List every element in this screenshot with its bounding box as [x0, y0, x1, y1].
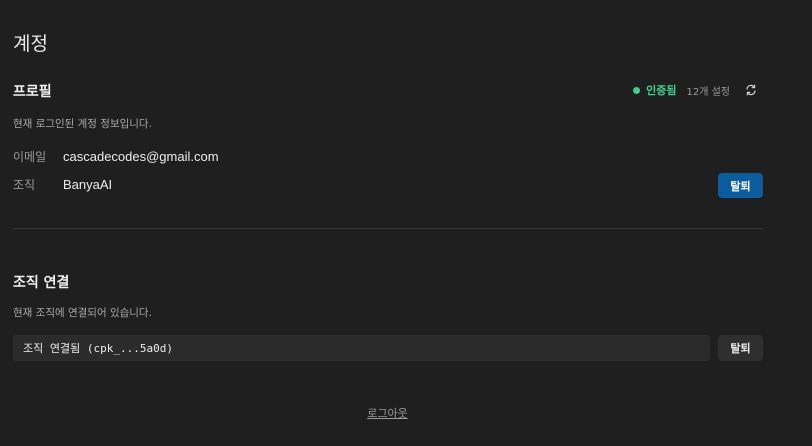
section-divider: [13, 228, 763, 229]
disconnect-org-button[interactable]: 탈퇴: [718, 335, 763, 361]
org-connection-status-field: 조직 연결됨 (cpk_...5a0d): [13, 335, 710, 361]
refresh-icon[interactable]: [744, 83, 758, 97]
org-row: 조직 BanyaAI: [13, 175, 112, 193]
settings-count: 12개 설정: [686, 86, 730, 98]
logout-link-container: 로그아웃: [0, 405, 775, 421]
profile-section-title: 프로필: [13, 84, 52, 100]
email-label: 이메일: [13, 149, 47, 164]
logout-link[interactable]: 로그아웃: [367, 407, 407, 420]
profile-description: 현재 로그인된 계정 정보입니다.: [13, 118, 152, 130]
org-label: 조직: [13, 177, 36, 192]
page-title: 계정: [13, 33, 48, 55]
org-connection-description: 현재 조직에 연결되어 있습니다.: [13, 307, 152, 319]
email-row: 이메일 cascadecodes@gmail.com: [13, 147, 219, 165]
org-value: BanyaAI: [63, 176, 113, 192]
leave-org-button[interactable]: 탈퇴: [718, 173, 763, 198]
org-connection-section-title: 조직 연결: [13, 275, 70, 291]
profile-status: 인증됨 12개 설정: [633, 82, 758, 98]
email-value: cascadecodes@gmail.com: [63, 148, 219, 164]
status-dot-icon: [633, 86, 641, 94]
account-page: 계정 프로필 인증됨 12개 설정 현재 로그인된 계정 정보입니다. 이메일 …: [0, 0, 812, 446]
status-badge: 인증됨: [646, 84, 677, 97]
